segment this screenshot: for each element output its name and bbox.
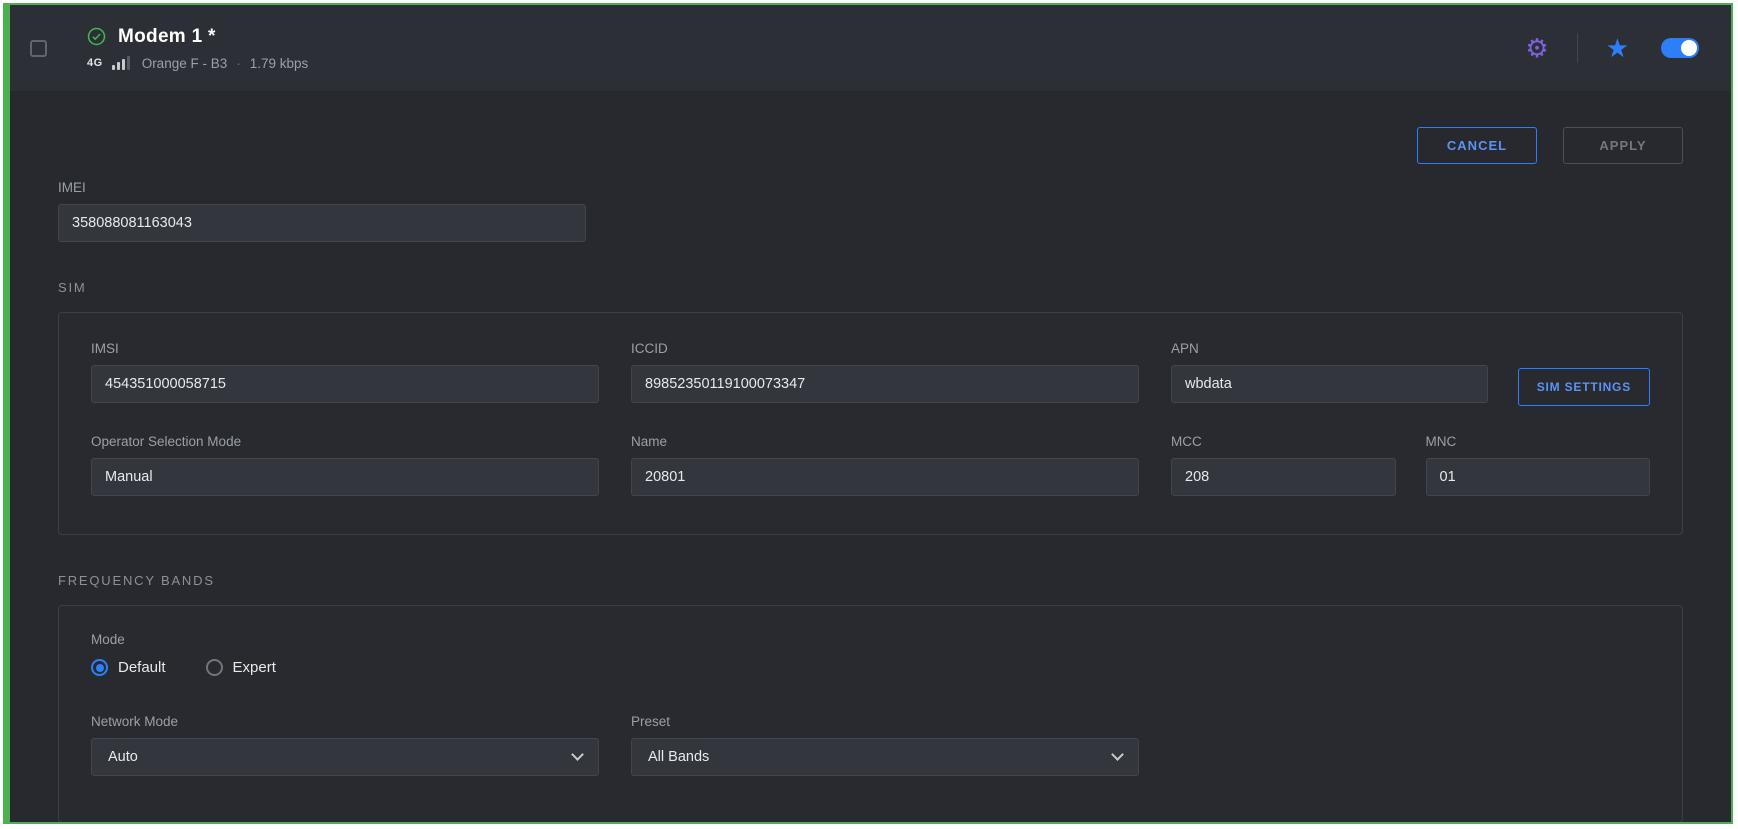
dot-separator: · [236,56,241,71]
sim-section-label: SIM [58,280,1683,295]
mnc-label: MNC [1426,434,1651,449]
modem-card: Modem 1 * 4G Orange F - B3 · 1.79 kbps ⚙… [3,3,1733,824]
imsi-input[interactable] [91,365,599,403]
radio-label: Expert [233,659,276,676]
mcc-mnc-row: MCC MNC [1171,434,1650,496]
iccid-field: ICCID [631,341,1139,406]
apply-button[interactable]: APPLY [1563,127,1683,164]
mode-radio-expert[interactable]: Expert [206,659,276,676]
imei-label: IMEI [58,180,586,195]
mcc-field: MCC [1171,434,1396,496]
modem-settings-form: CANCEL APPLY IMEI SIM IMSI ICCID A [10,127,1731,823]
iccid-input[interactable] [631,365,1139,403]
radio-label: Default [118,659,166,676]
operator-mode-input[interactable] [91,458,599,496]
preset-value: All Bands [648,749,709,765]
toggle-knob [1681,40,1697,56]
imsi-label: IMSI [91,341,599,356]
preset-select[interactable]: All Bands [631,738,1139,776]
radio-icon [91,659,108,676]
mode-radio-group: Default Expert [91,659,1650,676]
name-input[interactable] [631,458,1139,496]
header-actions: ⚙ ★ [1525,33,1699,63]
name-label: Name [631,434,1139,449]
modem-header: Modem 1 * 4G Orange F - B3 · 1.79 kbps ⚙… [10,5,1731,91]
network-mode-label: Network Mode [91,714,599,729]
mcc-input[interactable] [1171,458,1396,496]
chevron-down-icon [571,748,584,761]
mode-radio-default[interactable]: Default [91,659,166,676]
network-type-label: 4G [87,57,103,69]
imei-field: IMEI [58,180,586,242]
mcc-label: MCC [1171,434,1396,449]
apn-field: APN [1171,341,1488,406]
network-mode-field: Network Mode Auto [91,714,599,776]
network-mode-value: Auto [108,749,138,765]
enable-toggle[interactable] [1661,38,1699,58]
operator-mode-field: Operator Selection Mode [91,434,599,496]
apn-input[interactable] [1171,365,1488,403]
band-selects-row: Network Mode Auto Preset All Bands [91,714,1650,776]
apn-row: APN SIM SETTINGS [1171,341,1650,406]
frequency-bands-section-label: FREQUENCY BANDS [58,573,1683,588]
cancel-button[interactable]: CANCEL [1417,127,1537,164]
select-checkbox[interactable] [30,40,47,57]
network-mode-select[interactable]: Auto [91,738,599,776]
name-field: Name [631,434,1139,496]
preset-field: Preset All Bands [631,714,1139,776]
signal-strength-icon [112,56,130,70]
form-actions: CANCEL APPLY [58,127,1683,164]
status-ok-icon [87,27,106,46]
preset-label: Preset [631,714,1139,729]
imei-input[interactable] [58,204,586,242]
speed-label: 1.79 kbps [250,56,309,71]
sim-settings-button[interactable]: SIM SETTINGS [1518,368,1650,406]
iccid-label: ICCID [631,341,1139,356]
operator-label: Orange F - B3 [142,56,228,71]
mode-label: Mode [91,632,1650,647]
header-divider [1577,33,1578,63]
imsi-field: IMSI [91,341,599,406]
modem-title: Modem 1 * [118,26,216,48]
favorite-star-icon[interactable]: ★ [1606,35,1629,61]
apn-label: APN [1171,341,1488,356]
modem-header-info: Modem 1 * 4G Orange F - B3 · 1.79 kbps [87,26,308,71]
frequency-bands-panel: Mode Default Expert Network Mode Auto [58,605,1683,823]
settings-gear-icon[interactable]: ⚙ [1525,35,1548,61]
radio-icon [206,659,223,676]
sim-panel: IMSI ICCID APN SIM SETTINGS [58,312,1683,535]
chevron-down-icon [1111,748,1124,761]
operator-mode-label: Operator Selection Mode [91,434,599,449]
mnc-input[interactable] [1426,458,1651,496]
mnc-field: MNC [1426,434,1651,496]
